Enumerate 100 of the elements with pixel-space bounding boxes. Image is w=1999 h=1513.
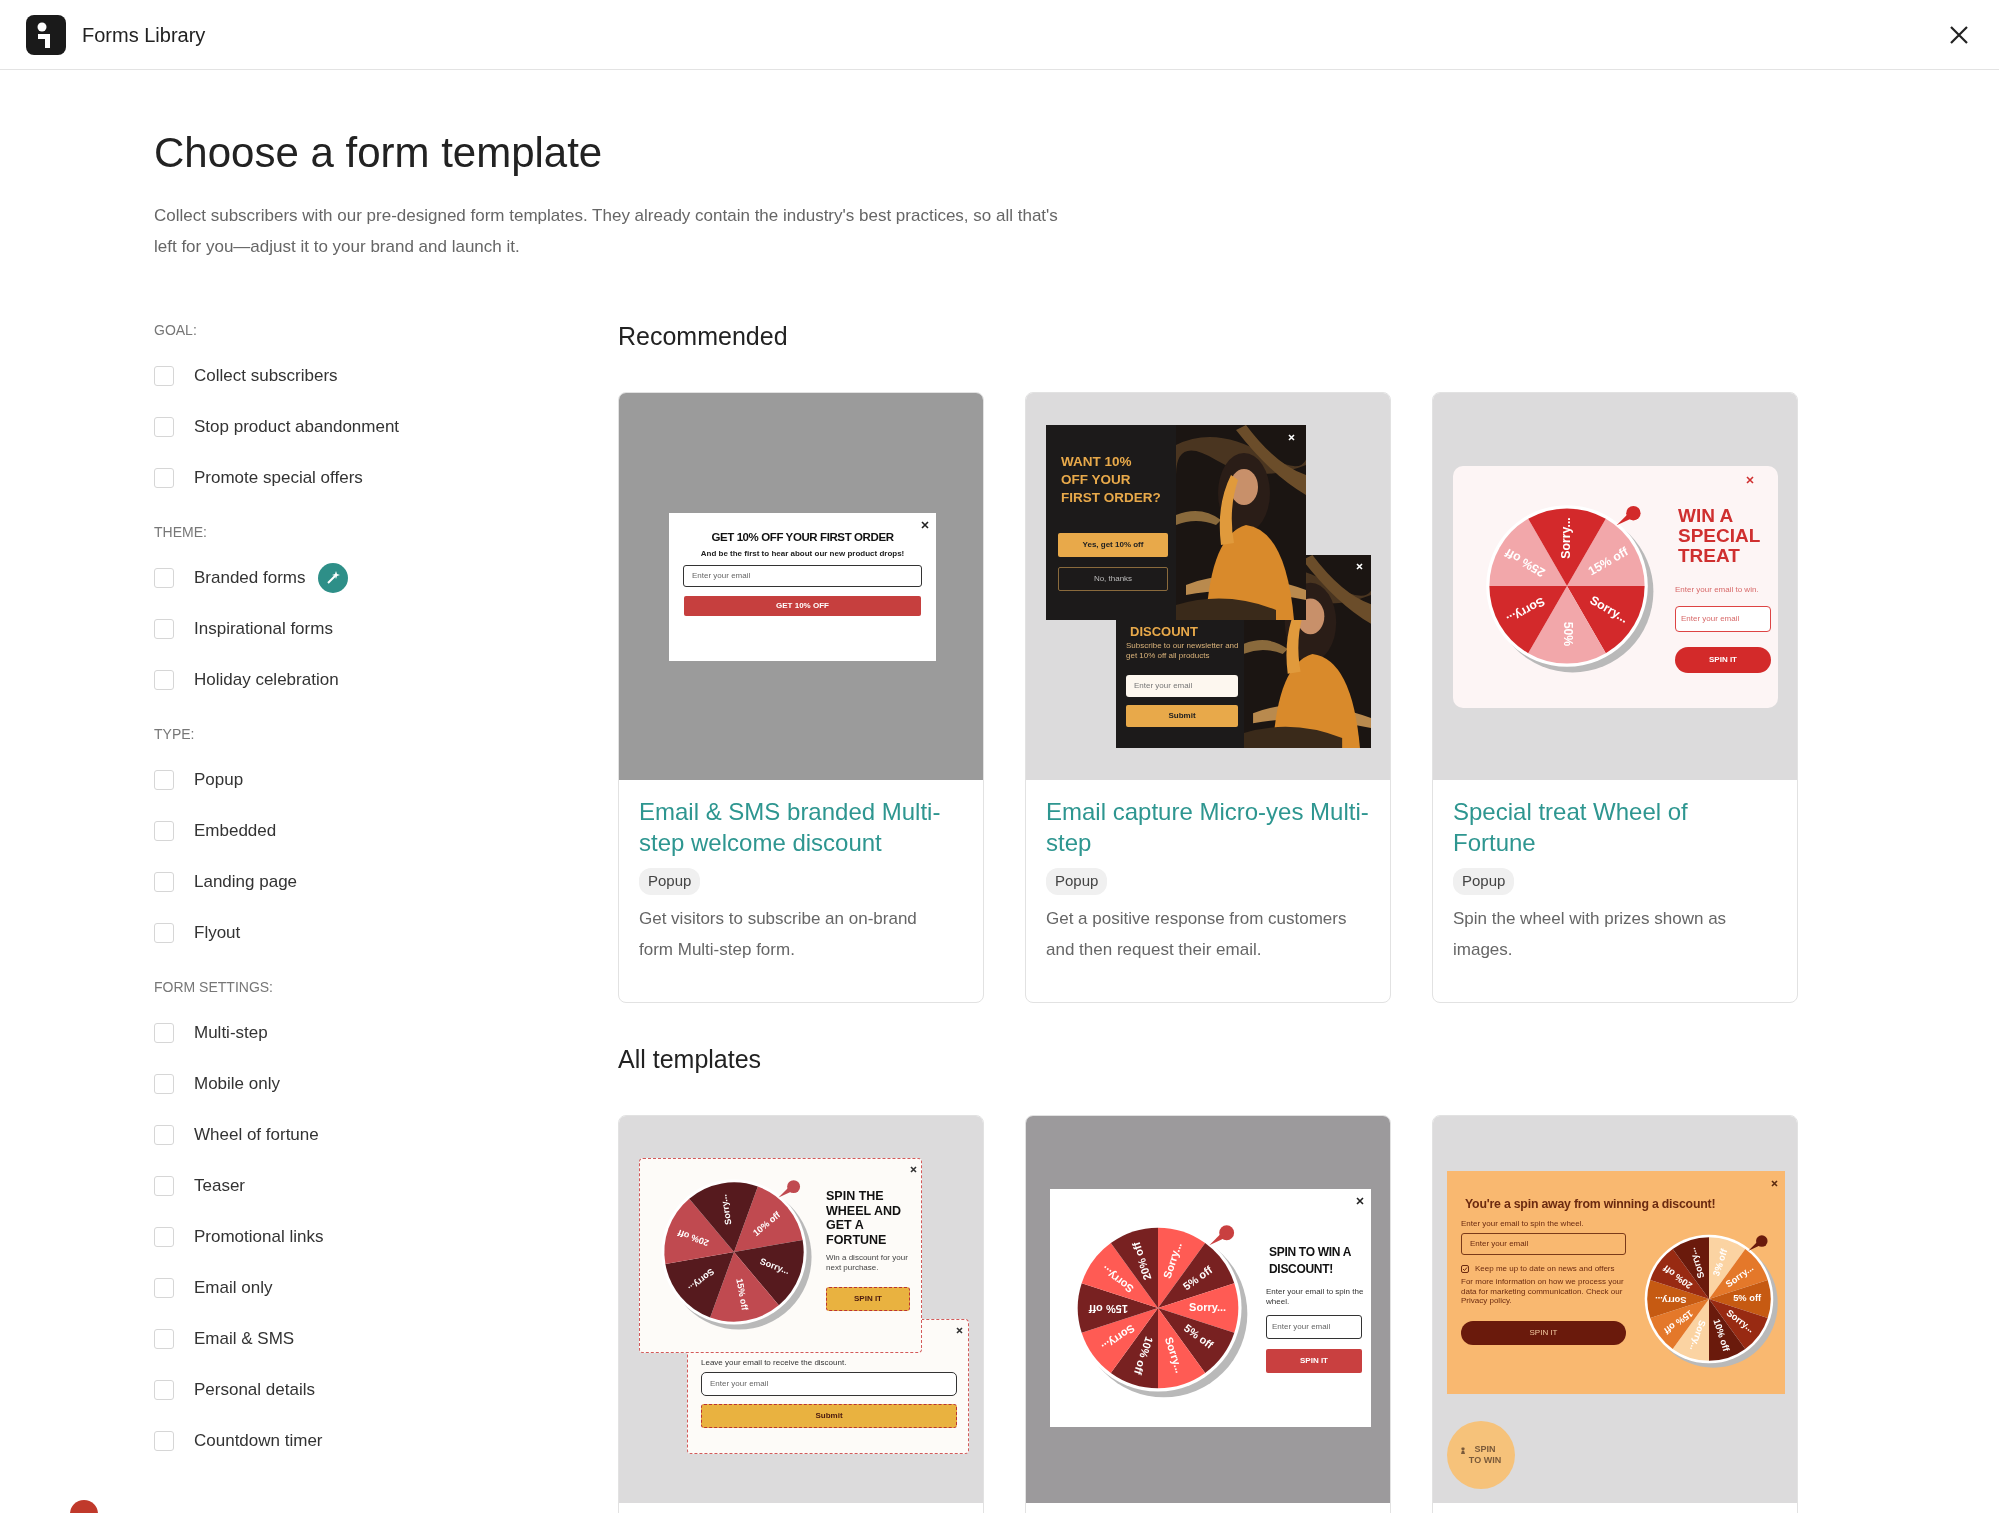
mockup-button: SPIN IT <box>826 1287 910 1312</box>
pointer-icon <box>1209 1225 1235 1246</box>
filter-option[interactable]: Inspirational forms <box>194 616 333 642</box>
filter-option[interactable]: Landing page <box>194 869 298 895</box>
mockup-text: Leave your email to receive the discount. <box>701 1357 847 1370</box>
wheel-label: 3% off <box>1711 1248 1730 1278</box>
filter-option[interactable]: Teaser <box>194 1173 246 1199</box>
wheel-label: 5% off <box>1733 1293 1762 1304</box>
template-title: Email & SMS branded Multi-step welcome discount <box>639 797 942 859</box>
email-field: Enter your email <box>1126 675 1238 698</box>
section-heading: Recommended <box>618 321 789 353</box>
email-field: Enter your email <box>683 565 922 588</box>
mockup-button: Submit <box>1126 705 1238 728</box>
app-title: Forms Library <box>82 22 206 48</box>
filter-option[interactable]: Email only <box>194 1275 273 1301</box>
template-description: Get a positive response from customers and then request their email. <box>1046 907 1348 961</box>
type-tag: Popup <box>1453 868 1515 895</box>
template-title: Special treat Wheel of Fortune <box>1453 797 1689 859</box>
filter-option[interactable]: Stop product abandonment <box>194 414 400 440</box>
mockup-button: GET 10% OFF <box>684 596 921 617</box>
close-icon <box>1746 476 1754 485</box>
mockup-heading: WANT 10% OFF YOUR FIRST ORDER? <box>1061 453 1161 508</box>
wheel-label: 15% off <box>1088 1303 1128 1316</box>
wheel-label: 50% <box>1560 622 1575 647</box>
mockup-button: SPIN IT <box>1461 1321 1626 1346</box>
checkbox[interactable] <box>1461 1265 1469 1274</box>
intro-text: Collect subscribers with our pre-designed form templates. They already contain the industry's best practices, so all that's left for you—adjust it to your brand and launch it. <box>154 205 1059 259</box>
type-tag: Popup <box>639 868 701 895</box>
template-card[interactable] <box>1025 392 1391 1004</box>
checkbox-label: Keep me up to date on news and offers <box>1475 1263 1615 1276</box>
filter-option[interactable]: Collect subscribers <box>194 363 338 389</box>
email-field: Enter your email <box>1461 1233 1626 1256</box>
mockup-button: SPIN IT <box>1675 647 1771 674</box>
filter-option[interactable]: Email & SMS <box>194 1326 295 1352</box>
section-heading: All templates <box>618 1044 763 1076</box>
filter-option[interactable]: Mobile only <box>194 1071 280 1097</box>
wheel-label: 20% off <box>1129 1241 1154 1282</box>
mockup-button: Submit <box>701 1404 957 1429</box>
mockup-heading: DISCOUNT <box>1130 623 1198 642</box>
wheel-label: Sorry... <box>1655 1294 1687 1305</box>
email-field: Enter your email <box>1266 1315 1362 1340</box>
filter-heading: TYPE: <box>154 725 196 745</box>
close-icon <box>956 1327 963 1335</box>
filter-option[interactable]: Countdown timer <box>194 1428 323 1454</box>
wheel-label: 10% off <box>1131 1335 1156 1377</box>
mockup-text: Subscribe to our newsletter and get 10% off all products <box>1126 641 1240 662</box>
mockup-heading: WIN A SPECIAL TREAT <box>1678 506 1761 567</box>
mockup-text: Enter your email to spin the wheel. <box>1266 1287 1364 1308</box>
template-description: Get visitors to subscribe an on-brand form Multi-step form. <box>639 907 918 961</box>
template-description: Spin the wheel with prizes shown as images. <box>1453 907 1728 961</box>
filter-option[interactable]: Holiday celebration <box>194 667 339 693</box>
filter-heading: GOAL: <box>154 321 198 341</box>
filter-option[interactable]: Embedded <box>194 818 277 844</box>
filter-option[interactable]: Promote special offers <box>194 465 363 491</box>
logo-icon <box>26 14 66 55</box>
pointer-icon <box>778 1180 801 1198</box>
wheel-label: 15% off <box>734 1278 750 1312</box>
type-tag: Popup <box>1046 868 1108 895</box>
filter-option[interactable]: Popup <box>194 767 244 793</box>
filter-option[interactable]: Branded forms <box>194 565 306 591</box>
mockup-text: Enter your email to spin the wheel. <box>1461 1218 1584 1231</box>
filter-heading: THEME: <box>154 523 208 543</box>
mockup-button: SPIN IT <box>1266 1349 1362 1374</box>
fine-print: For more information on how we process your data for marketing communication. Check our Privacy policy. <box>1461 1277 1625 1306</box>
pointer-icon <box>1616 506 1641 526</box>
filter-option[interactable]: Multi-step <box>194 1020 268 1046</box>
close-icon <box>921 521 929 530</box>
mockup-text: Win a discount for your next purchase. <box>826 1253 909 1274</box>
wheel-label: 15% off <box>1585 544 1631 579</box>
filter-option[interactable]: Personal details <box>194 1377 315 1403</box>
email-field: Enter your email <box>1675 606 1771 633</box>
template-title: Email capture Micro-yes Multi-step <box>1046 797 1370 859</box>
close-icon <box>1356 563 1363 571</box>
wheel-label: 10% off <box>751 1210 783 1239</box>
close-icon <box>1356 1197 1364 1206</box>
page-heading: Choose a form template <box>154 128 604 178</box>
mockup-text: And be the first to hear about our new product drops! <box>699 548 906 561</box>
sparkle-icon <box>317 562 348 593</box>
wheel-label: Sorry... <box>1189 1301 1227 1314</box>
wheel-label: Sorry... <box>1559 517 1574 560</box>
mockup-heading: GET 10% OFF YOUR FIRST ORDER <box>710 530 895 546</box>
mockup-text: Enter your email to win. <box>1675 584 1760 597</box>
teaser-label: SPIN TO WIN <box>1468 1444 1502 1467</box>
close-icon <box>910 1166 917 1174</box>
close-icon <box>1771 1180 1778 1188</box>
mockup-button: No, thanks <box>1058 567 1168 592</box>
wheel-label: 10% off <box>1711 1318 1732 1353</box>
mockup-heading: SPIN TO WIN A DISCOUNT! <box>1269 1244 1352 1279</box>
wheel-label: 20% off <box>676 1228 711 1249</box>
filter-heading: FORM SETTINGS: <box>154 978 274 998</box>
mockup-heading: You're a spin away from winning a discount! <box>1465 1196 1716 1214</box>
filter-option[interactable]: Flyout <box>194 920 241 946</box>
filter-option[interactable]: Promotional links <box>194 1224 324 1250</box>
close-icon <box>1288 434 1295 442</box>
email-field: Enter your email <box>701 1372 957 1397</box>
person-icon <box>1460 1446 1466 1455</box>
filter-option[interactable]: Wheel of fortune <box>194 1122 319 1148</box>
pointer-icon <box>1748 1235 1768 1252</box>
wheel-label: 25% off <box>1502 546 1548 581</box>
mockup-heading: SPIN THE WHEEL AND GET A FORTUNE <box>826 1189 902 1248</box>
